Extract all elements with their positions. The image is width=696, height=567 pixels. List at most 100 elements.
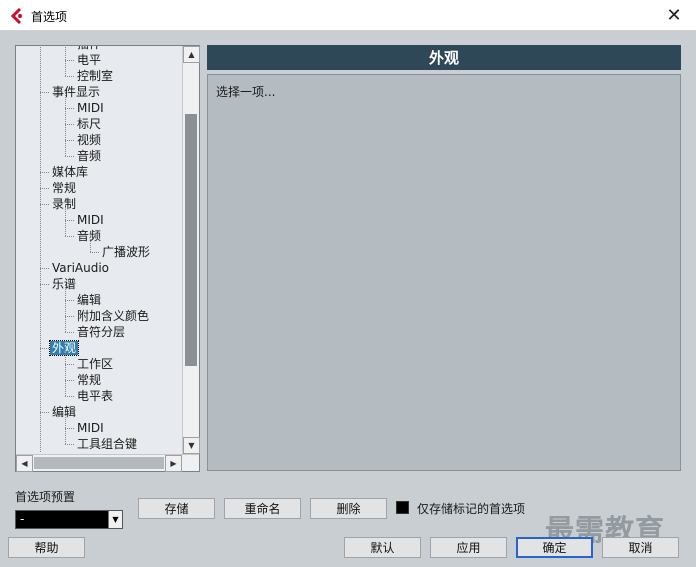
arrow-left-icon: ◀ — [21, 459, 28, 468]
tree-item-label: 插件 — [75, 46, 103, 51]
tree-connector — [65, 380, 74, 381]
ok-button[interactable]: 确定 — [516, 537, 593, 558]
tree-connector — [65, 364, 74, 365]
tree-guide — [65, 348, 66, 364]
tree-root-guide — [40, 46, 41, 452]
tree-item-label: 事件显示 — [52, 85, 101, 99]
tree-connector — [90, 252, 99, 253]
tree-item[interactable]: 常规 — [50, 180, 78, 196]
tree-guide — [65, 364, 66, 380]
preferences-tree[interactable]: 插件电平控制室事件显示MIDI标尺视频音频媒体库常规录制MIDI音频广播波形Va… — [16, 46, 183, 454]
tree-item-label: 电平 — [77, 53, 102, 67]
tree-guide — [65, 60, 66, 76]
scroll-left-button[interactable]: ◀ — [16, 455, 33, 472]
tree-connector — [65, 60, 74, 61]
tree-item-label: 编辑 — [52, 405, 77, 419]
tree-item[interactable]: 录制 — [50, 196, 78, 212]
tree-guide — [65, 380, 66, 396]
title-bar: 首选项 ✕ — [0, 0, 696, 31]
tree-item[interactable]: 电平 — [75, 52, 103, 68]
arrow-up-icon: ▲ — [188, 50, 195, 59]
tree-item-label: 乐谱 — [52, 277, 77, 291]
tree-item[interactable]: 广播波形 — [100, 244, 152, 260]
tree-item-label: 录制 — [52, 197, 77, 211]
tree-guide — [65, 108, 66, 124]
tree-item[interactable]: 视频 — [75, 132, 103, 148]
tree-item-label: MIDI — [77, 213, 104, 227]
tree-horizontal-scrollbar[interactable]: ◀ ▶ — [16, 454, 199, 472]
tree-connector — [65, 428, 74, 429]
tree-item-label: 视频 — [77, 133, 102, 147]
scroll-thumb[interactable] — [185, 114, 197, 366]
tree-guide — [65, 428, 66, 444]
tree-item[interactable]: 工作区 — [75, 356, 115, 372]
tree-item[interactable]: MIDI — [75, 212, 106, 228]
tree-guide — [65, 140, 66, 156]
tree-item[interactable]: 标尺 — [75, 116, 103, 132]
tree-item[interactable]: 事件显示 — [50, 84, 102, 100]
dialog-body: 插件电平控制室事件显示MIDI标尺视频音频媒体库常规录制MIDI音频广播波形Va… — [0, 31, 696, 567]
presets-label: 首选项预置 — [15, 490, 76, 504]
tree-item[interactable]: 音符分层 — [75, 324, 127, 340]
tree-item[interactable]: 媒体库 — [50, 164, 90, 180]
tree-item-label: 编辑 — [77, 293, 102, 307]
tree-connector — [65, 300, 74, 301]
close-button[interactable]: ✕ — [652, 0, 696, 31]
tree-item[interactable]: 编辑 — [75, 292, 103, 308]
tree-item[interactable]: MIDI — [75, 420, 106, 436]
horizontal-scroll-thumb[interactable] — [34, 457, 164, 469]
rename-button[interactable]: 重命名 — [224, 498, 301, 519]
delete-button[interactable]: 删除 — [310, 498, 387, 519]
arrow-down-icon: ▼ — [188, 441, 195, 450]
tree-connector — [40, 268, 49, 269]
tree-item-label: 音频 — [77, 229, 102, 243]
tree-item[interactable]: 电平表 — [75, 388, 115, 404]
tree-connector — [65, 140, 74, 141]
tree-item[interactable]: 外观 — [48, 340, 80, 356]
tree-item[interactable]: VariAudio — [50, 260, 111, 276]
content-panel: 选择一项... — [207, 74, 681, 471]
tree-item[interactable]: 附加含义颜色 — [75, 308, 151, 324]
close-icon: ✕ — [666, 5, 682, 26]
tree-vertical-scrollbar[interactable]: ▲ ▼ — [182, 46, 200, 454]
tree-guide — [65, 300, 66, 316]
tree-item[interactable]: 音频 — [75, 148, 103, 164]
tree-connector — [65, 124, 74, 125]
tree-connector — [65, 108, 74, 109]
tree-connector — [40, 412, 49, 413]
select-item-hint: 选择一项... — [216, 85, 276, 99]
apply-button[interactable]: 应用 — [430, 537, 507, 558]
tree-item[interactable]: 音频 — [75, 228, 103, 244]
store-marked-checkbox[interactable] — [396, 501, 409, 514]
tree-connector — [65, 444, 74, 445]
tree-item[interactable]: 常规 — [75, 372, 103, 388]
tree-item-label: 工具组合键 — [77, 437, 138, 451]
defaults-button[interactable]: 默认 — [344, 537, 421, 558]
tree-item[interactable]: MIDI — [75, 100, 106, 116]
tree-connector — [40, 188, 49, 189]
tree-connector — [65, 332, 74, 333]
tree-item[interactable]: 乐谱 — [50, 276, 78, 292]
tree-item[interactable]: 编辑 — [50, 404, 78, 420]
scroll-up-button[interactable]: ▲ — [183, 46, 200, 63]
scroll-right-button[interactable]: ▶ — [165, 455, 182, 472]
store-marked-label: 仅存储标记的首选项 — [417, 502, 526, 516]
cancel-button[interactable]: 取消 — [602, 537, 679, 558]
preferences-tree-panel: 插件电平控制室事件显示MIDI标尺视频音频媒体库常规录制MIDI音频广播波形Va… — [15, 45, 200, 472]
tree-item-label: 外观 — [48, 340, 80, 356]
tree-connector — [40, 348, 49, 349]
tree-item[interactable]: 控制室 — [75, 68, 115, 84]
tree-guide — [65, 412, 66, 428]
help-button[interactable]: 帮助 — [8, 537, 85, 558]
tree-item-label: 电平表 — [77, 389, 114, 403]
tree-connector — [40, 284, 49, 285]
presets-dropdown[interactable]: - ▼ — [15, 510, 123, 529]
tree-guide — [65, 220, 66, 236]
tree-connector — [40, 172, 49, 173]
cubase-logo-icon — [10, 8, 22, 24]
scroll-down-button[interactable]: ▼ — [183, 437, 200, 454]
store-button[interactable]: 存储 — [138, 498, 215, 519]
tree-item[interactable]: 工具组合键 — [75, 436, 139, 452]
arrow-right-icon: ▶ — [170, 459, 177, 468]
chevron-down-icon[interactable]: ▼ — [108, 511, 122, 528]
